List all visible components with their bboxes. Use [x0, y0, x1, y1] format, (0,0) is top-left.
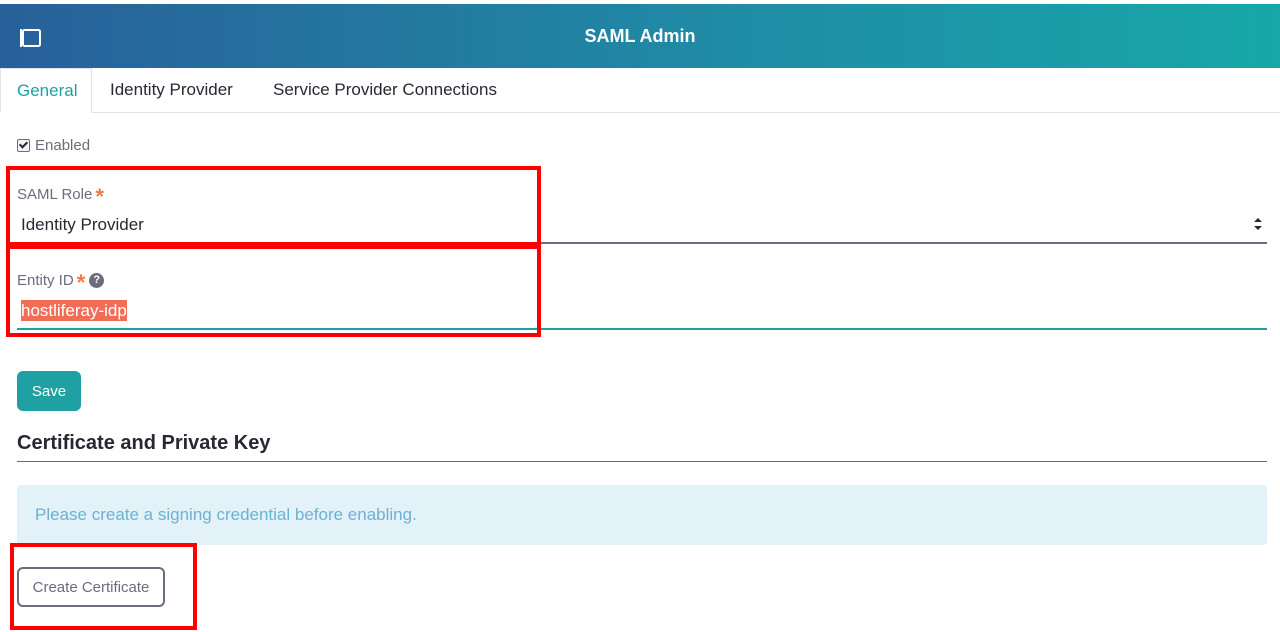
saml-role-value: Identity Provider: [21, 215, 144, 234]
entity-id-label-text: Entity ID: [17, 271, 74, 289]
panel-toggle-icon[interactable]: [20, 28, 42, 48]
enabled-checkbox-row[interactable]: Enabled: [17, 137, 90, 154]
saml-role-label-text: SAML Role: [17, 185, 93, 203]
required-asterisk-icon: *: [95, 184, 104, 209]
enabled-checkbox[interactable]: [17, 139, 30, 152]
enabled-label: Enabled: [35, 137, 91, 154]
saml-role-label: SAML Role *: [17, 183, 104, 209]
tab-bar: General Identity Provider Service Provid…: [0, 68, 1280, 113]
page-title: SAML Admin: [584, 25, 696, 46]
tab-identity-provider[interactable]: Identity Provider: [94, 68, 249, 112]
save-button[interactable]: Save: [17, 371, 81, 411]
saml-role-select[interactable]: Identity Provider: [17, 206, 1267, 244]
tab-service-provider-connections[interactable]: Service Provider Connections: [257, 68, 513, 112]
top-header-bar: SAML Admin: [0, 4, 1280, 68]
certificate-section-title: Certificate and Private Key: [17, 432, 1267, 462]
entity-id-label: Entity ID * ?: [17, 269, 105, 295]
required-asterisk-icon: *: [76, 270, 86, 295]
info-alert: Please create a signing credential befor…: [17, 485, 1267, 545]
entity-id-value: hostliferay-idp: [21, 300, 127, 321]
tab-general[interactable]: General: [0, 68, 92, 113]
entity-id-input[interactable]: hostliferay-idp: [17, 294, 1267, 330]
select-arrows-icon: [1254, 218, 1262, 230]
help-icon[interactable]: ?: [89, 272, 105, 288]
create-certificate-button[interactable]: Create Certificate: [17, 567, 165, 607]
panel-toggle-icon-svg: [20, 29, 41, 47]
